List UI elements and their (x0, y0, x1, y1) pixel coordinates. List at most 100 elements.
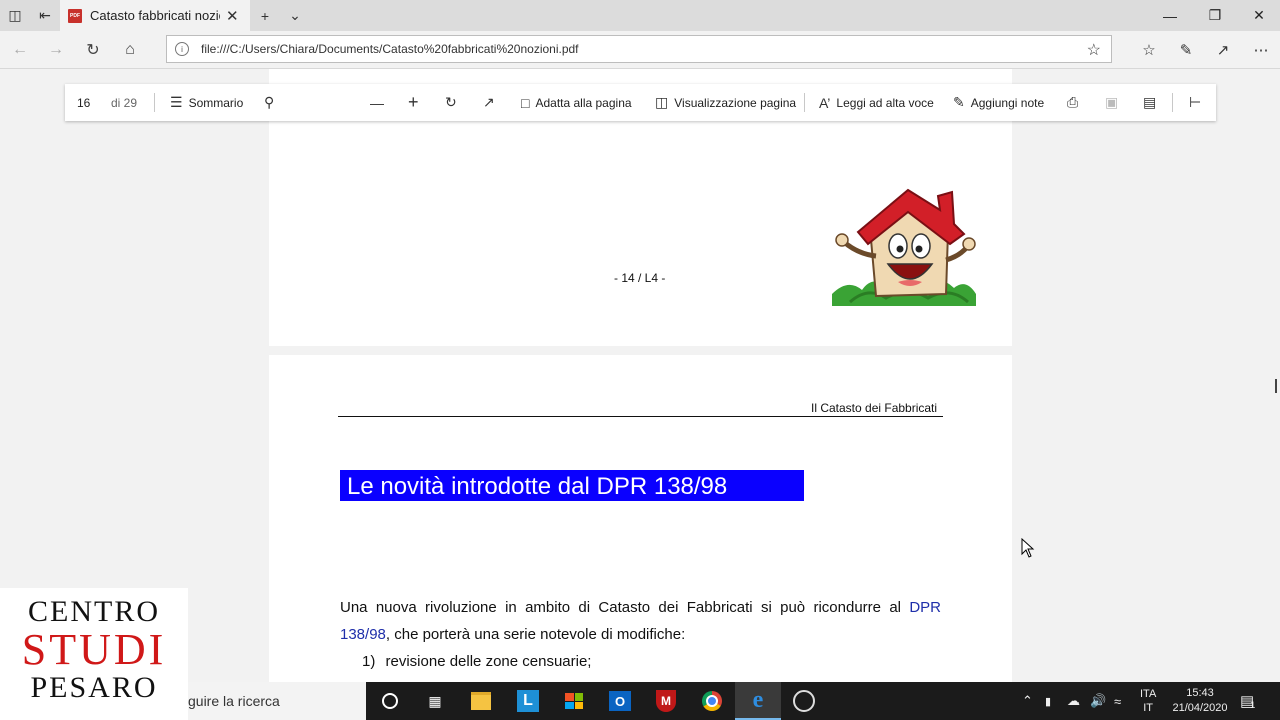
pen-icon: ✎ (953, 94, 965, 110)
rotate-button[interactable]: ↻ (445, 84, 463, 121)
tab-title: Catasto fabbricati nozio (90, 8, 220, 23)
pdf-viewer-area[interactable] (0, 69, 1280, 682)
address-input[interactable]: i file:///C:/Users/Chiara/Documents/Cata… (166, 35, 1112, 63)
obs-icon[interactable] (781, 682, 827, 720)
notification-center-icon[interactable]: ▤ 1 (1240, 682, 1255, 720)
minus-icon: — (370, 94, 384, 111)
show-hidden-icons[interactable]: ⌃ (1022, 682, 1033, 720)
pen-notes-icon[interactable]: ✎ (1168, 31, 1204, 68)
clock[interactable]: 15:43 21/04/2020 (1168, 682, 1232, 720)
tab-close-icon[interactable]: ✕ (226, 7, 239, 25)
fit-page-icon: □ (521, 94, 530, 111)
pin-toolbar-button[interactable]: ⊢ (1189, 84, 1207, 121)
favorites-icon[interactable]: ☆ (1131, 31, 1167, 68)
paragraph-line-2: 138/98, che porterà una serie notevole d… (340, 626, 685, 643)
toolbar-divider (1172, 93, 1173, 112)
favorite-star-icon[interactable]: ☆ (1087, 40, 1101, 60)
save-as-button[interactable]: ▤ (1143, 84, 1162, 121)
store-icon[interactable] (551, 682, 597, 720)
contents-button[interactable]: ☰ Sommario (170, 84, 243, 121)
centro-studi-logo: CENTRO STUDI PESARO (0, 588, 188, 720)
chrome-icon[interactable] (689, 682, 735, 720)
zoom-in-button[interactable]: + (408, 84, 425, 121)
fullscreen-button[interactable]: ↗ (483, 84, 501, 121)
current-page-input[interactable]: 16 (77, 84, 90, 121)
contents-label: Sommario (188, 95, 244, 110)
l-app-icon[interactable]: L (505, 682, 551, 720)
forward-button[interactable]: → (38, 31, 74, 68)
clock-date: 21/04/2020 (1172, 702, 1228, 714)
info-icon[interactable]: i (175, 42, 189, 56)
edge-icon[interactable]: e (735, 682, 781, 720)
section-heading-box: Le novità introdotte dal DPR 138/98 (340, 470, 804, 501)
total-pages: di 29 (111, 95, 138, 110)
clock-time: 15:43 (1186, 687, 1214, 699)
mouse-cursor-icon (1021, 538, 1035, 558)
search-button[interactable]: ⚲ (264, 84, 280, 121)
notification-count: 1 (1250, 700, 1256, 710)
section-heading: Le novità introdotte dal DPR 138/98 (347, 473, 728, 500)
page-footer-number: - 14 / L4 - (614, 271, 666, 285)
running-header: Il Catasto dei Fabbricati (811, 401, 938, 415)
new-tab-icon[interactable]: + (250, 0, 280, 31)
list-item-1-number: 1) (362, 653, 376, 670)
list-icon: ☰ (170, 94, 183, 110)
pdf-file-icon: PDF (68, 8, 82, 23)
page-view-icon: ◫ (655, 94, 669, 110)
logo-line-1: CENTRO (28, 595, 160, 628)
task-view-icon[interactable]: ▦ (412, 682, 458, 720)
file-explorer-icon[interactable] (458, 682, 504, 720)
save-icon: ▣ (1105, 94, 1119, 110)
expand-icon: ↗ (483, 94, 495, 110)
mcafee-icon[interactable]: M (643, 682, 689, 720)
home-button[interactable]: ⌂ (112, 31, 148, 68)
read-aloud-icon: A’ (819, 94, 831, 111)
close-window-button[interactable]: ✕ (1237, 0, 1280, 31)
cortana-icon[interactable] (367, 682, 413, 720)
zoom-out-button[interactable]: — (370, 84, 390, 121)
add-notes-label: Aggiungi note (970, 95, 1045, 110)
paragraph-start: Una nuova rivoluzione in ambito di Catas… (340, 599, 910, 616)
print-button[interactable]: ⎙ (1067, 84, 1084, 121)
wifi-icon[interactable]: ≈ (1114, 682, 1121, 720)
page-view-button[interactable]: ◫ Visualizzazione pagina (655, 84, 796, 121)
dpr-number-link[interactable]: 138/98 (340, 626, 386, 643)
logo-line-3: PESARO (30, 671, 158, 704)
plus-icon: + (408, 92, 419, 112)
fit-page-button[interactable]: □ Adatta alla pagina (521, 84, 632, 121)
pin-icon: ⊢ (1189, 94, 1202, 110)
save-button[interactable]: ▣ (1105, 84, 1124, 121)
tab-actions-icon[interactable]: ◫ (0, 0, 30, 31)
add-notes-button[interactable]: ✎ Aggiungi note (953, 84, 1044, 121)
language-indicator[interactable]: ITA IT (1140, 682, 1156, 720)
header-rule (338, 416, 943, 417)
scrollbar-thumb[interactable] (1275, 379, 1277, 393)
volume-icon[interactable]: 🔊 (1090, 682, 1106, 720)
onedrive-icon[interactable]: ☁ (1067, 682, 1080, 720)
back-button[interactable]: ← (2, 31, 38, 68)
title-bar: ◫ ⇤ PDF Catasto fabbricati nozio ✕ + ⌄ —… (0, 0, 1280, 31)
pdf-toolbar: 16 di 29 ☰ Sommario ⚲ — + ↻ ↗ □ Adatta a… (65, 84, 1216, 121)
read-aloud-label: Leggi ad alta voce (836, 95, 934, 110)
toolbar-divider (804, 93, 805, 112)
dpr-link[interactable]: DPR (909, 599, 941, 616)
save-as-icon: ▤ (1143, 94, 1157, 110)
battery-icon[interactable]: ▮ (1045, 682, 1051, 720)
search-icon: ⚲ (264, 94, 275, 110)
windows-taskbar: guire la ricerca ▦ L O M e ⌃ ▮ ☁ 🔊 ≈ ITA… (0, 682, 1280, 720)
more-menu-icon[interactable]: ⋯ (1243, 31, 1279, 68)
chevron-down-icon[interactable]: ⌄ (280, 0, 310, 31)
list-item-1: 1) revisione delle zone censuarie; (362, 653, 591, 670)
read-aloud-button[interactable]: A’ Leggi ad alta voce (819, 84, 934, 121)
set-tabs-aside-icon[interactable]: ⇤ (30, 0, 60, 31)
minimize-button[interactable]: — (1148, 0, 1192, 31)
lang-bottom: IT (1143, 702, 1154, 714)
share-icon[interactable]: ↗ (1205, 31, 1241, 68)
outlook-icon[interactable]: O (597, 682, 643, 720)
paragraph-line-1: Una nuova rivoluzione in ambito di Catas… (340, 599, 941, 616)
page-view-label: Visualizzazione pagina (674, 95, 797, 110)
refresh-button[interactable]: ↻ (75, 31, 111, 68)
restore-button[interactable]: ❐ (1193, 0, 1237, 31)
cartoon-house-image (832, 188, 976, 306)
tab-catasto[interactable]: PDF Catasto fabbricati nozio ✕ (60, 0, 250, 31)
